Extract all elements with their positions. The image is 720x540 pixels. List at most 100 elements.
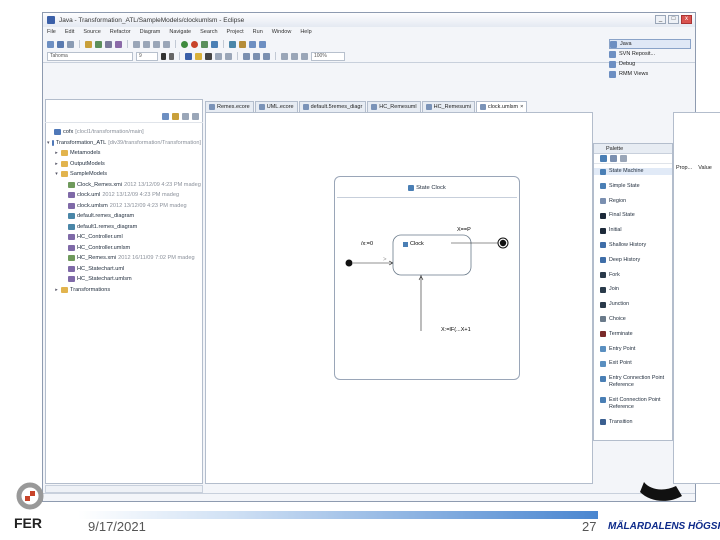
- palette-transition[interactable]: Transition: [594, 419, 672, 426]
- menu-help[interactable]: Help: [300, 29, 311, 35]
- perspective-debug[interactable]: Debug: [609, 59, 691, 69]
- minimize-button[interactable]: _: [655, 15, 666, 24]
- palette-entry-connection-point-reference[interactable]: Entry Connection Point Reference: [594, 375, 672, 389]
- auto-size-icon[interactable]: [263, 52, 270, 60]
- palette-state-machine[interactable]: State Machine: [594, 168, 672, 175]
- editor-tab-remes-ecore[interactable]: Remes.ecore: [205, 101, 254, 112]
- align-icon[interactable]: [133, 40, 140, 48]
- palette-deep-history[interactable]: Deep History: [594, 257, 672, 264]
- group-icon[interactable]: [153, 40, 160, 48]
- editor-tab-hc-remesumi[interactable]: HC_Remesumi: [421, 101, 475, 112]
- tree-item[interactable]: clock.umlsm 2012 13/12/09 4:23 PM madeg: [47, 201, 201, 212]
- palette-exit-point[interactable]: Exit Point: [594, 360, 672, 367]
- tree-item[interactable]: HC_Remes.xmi 2012 16/11/09 7:02 PM madeg: [47, 253, 201, 264]
- palette-terminate[interactable]: Terminate: [594, 331, 672, 338]
- line-style-icon[interactable]: [215, 52, 222, 60]
- palette-shallow-history[interactable]: Shallow History: [594, 242, 672, 249]
- expand-icon[interactable]: ▸: [54, 159, 59, 169]
- tree-item[interactable]: ▾ SampleModels: [47, 169, 201, 180]
- run-icon[interactable]: [181, 40, 188, 48]
- font-combo[interactable]: Tahoma: [47, 51, 133, 61]
- tree-item[interactable]: clock.uml 2012 13/12/09 4:23 PM madeg: [47, 190, 201, 201]
- menu-source[interactable]: Source: [83, 29, 100, 35]
- horizontal-scrollbar[interactable]: [45, 485, 203, 493]
- palette-exit-connection-point-reference[interactable]: Exit Connection Point Reference: [594, 397, 672, 411]
- select-all-icon[interactable]: [243, 52, 250, 60]
- print-icon[interactable]: [67, 40, 74, 48]
- close-button[interactable]: x: [681, 15, 692, 24]
- palette-final-state[interactable]: Final State: [594, 212, 672, 219]
- editor-tab-default-5remes-diagr[interactable]: default.5remes_diagr: [298, 101, 367, 112]
- palette-entry-point[interactable]: Entry Point: [594, 346, 672, 353]
- ruler-icon[interactable]: [291, 52, 298, 60]
- palette-initial[interactable]: Initial: [594, 227, 672, 234]
- state-machine-canvas[interactable]: State Clock /x:=0 Clock > X==P X:=IF(...…: [334, 176, 520, 380]
- distribute-icon[interactable]: [143, 40, 150, 48]
- save-icon[interactable]: [57, 40, 64, 48]
- line-color-icon[interactable]: [205, 52, 212, 60]
- menu-window[interactable]: Window: [272, 29, 292, 35]
- zoom-combo[interactable]: 100%: [311, 51, 345, 61]
- perspective-java[interactable]: Java: [609, 39, 691, 49]
- copy-appearance-icon[interactable]: [301, 52, 308, 60]
- back-icon[interactable]: [249, 40, 256, 48]
- open-type-icon[interactable]: [229, 40, 236, 48]
- close-tab-icon[interactable]: ×: [520, 102, 523, 112]
- new-icon[interactable]: [47, 40, 54, 48]
- tree-item[interactable]: HC_Controller.uml: [47, 232, 201, 243]
- format-icon[interactable]: [115, 40, 122, 48]
- minimize-view-icon[interactable]: [192, 113, 199, 120]
- menu-project[interactable]: Project: [227, 29, 244, 35]
- editor-tab-hc-remesuml[interactable]: HC_Remesuml: [367, 101, 421, 112]
- tree-item[interactable]: ▸ Transformations: [47, 285, 201, 296]
- tree-item[interactable]: ▾ Transformation_ATL [div39/transformatio…: [47, 138, 201, 149]
- palette-simple-state[interactable]: Simple State: [594, 183, 672, 190]
- font-size-combo[interactable]: 9: [136, 51, 158, 61]
- palette-region[interactable]: Region: [594, 198, 672, 205]
- perspective-svn-reposit[interactable]: SVN Reposit...: [609, 49, 691, 59]
- build-icon[interactable]: [85, 40, 92, 48]
- menu-run[interactable]: Run: [253, 29, 263, 35]
- external-tools-icon[interactable]: [211, 40, 218, 48]
- palette-join[interactable]: Join: [594, 286, 672, 293]
- zoom-tool-icon[interactable]: [610, 155, 617, 162]
- arrow-style-icon[interactable]: [225, 52, 232, 60]
- bold-icon[interactable]: [161, 52, 166, 60]
- tree-item[interactable]: default1.remes_diagram: [47, 222, 201, 233]
- tree-item[interactable]: HC_Statechart.umlsm: [47, 274, 201, 285]
- cut-icon[interactable]: [105, 40, 112, 48]
- font-color-icon[interactable]: [185, 52, 192, 60]
- palette-fork[interactable]: Fork: [594, 272, 672, 279]
- debug-icon[interactable]: [201, 40, 208, 48]
- snap-grid-icon[interactable]: [281, 52, 288, 60]
- maximize-button[interactable]: □: [668, 15, 679, 24]
- perspective-rmm-views[interactable]: RMM Views: [609, 69, 691, 79]
- link-editor-icon[interactable]: [172, 113, 179, 120]
- expand-icon[interactable]: ▸: [54, 285, 59, 295]
- collapse-all-icon[interactable]: [162, 113, 169, 120]
- expand-icon[interactable]: ▸: [54, 148, 59, 158]
- menu-edit[interactable]: Edit: [65, 29, 74, 35]
- palette-choice[interactable]: Choice: [594, 316, 672, 323]
- tree-item[interactable]: ▸ Metamodels: [47, 148, 201, 159]
- note-tool-icon[interactable]: [620, 155, 627, 162]
- menu-file[interactable]: File: [47, 29, 56, 35]
- forward-icon[interactable]: [259, 40, 266, 48]
- expand-icon[interactable]: ▾: [54, 169, 59, 179]
- tree-item[interactable]: ▸ OutputModels: [47, 159, 201, 170]
- tree-item[interactable]: default.remes_diagram: [47, 211, 201, 222]
- search-icon[interactable]: [239, 40, 246, 48]
- refactor-icon[interactable]: [95, 40, 102, 48]
- menu-diagram[interactable]: Diagram: [140, 29, 161, 35]
- expand-icon[interactable]: ▾: [47, 138, 50, 148]
- editor-tab-clock-umlsm[interactable]: clock.umlsm ×: [475, 101, 528, 112]
- stop-icon[interactable]: [191, 40, 198, 48]
- fill-color-icon[interactable]: [195, 52, 202, 60]
- menu-navigate[interactable]: Navigate: [169, 29, 191, 35]
- view-menu-icon[interactable]: [182, 113, 189, 120]
- italic-icon[interactable]: [169, 52, 174, 60]
- editor-tab-uml-ecore[interactable]: UML.ecore: [254, 101, 298, 112]
- zoom-icon[interactable]: [163, 40, 170, 48]
- initial-pseudostate[interactable]: [345, 259, 353, 267]
- select-tool-icon[interactable]: [600, 155, 607, 162]
